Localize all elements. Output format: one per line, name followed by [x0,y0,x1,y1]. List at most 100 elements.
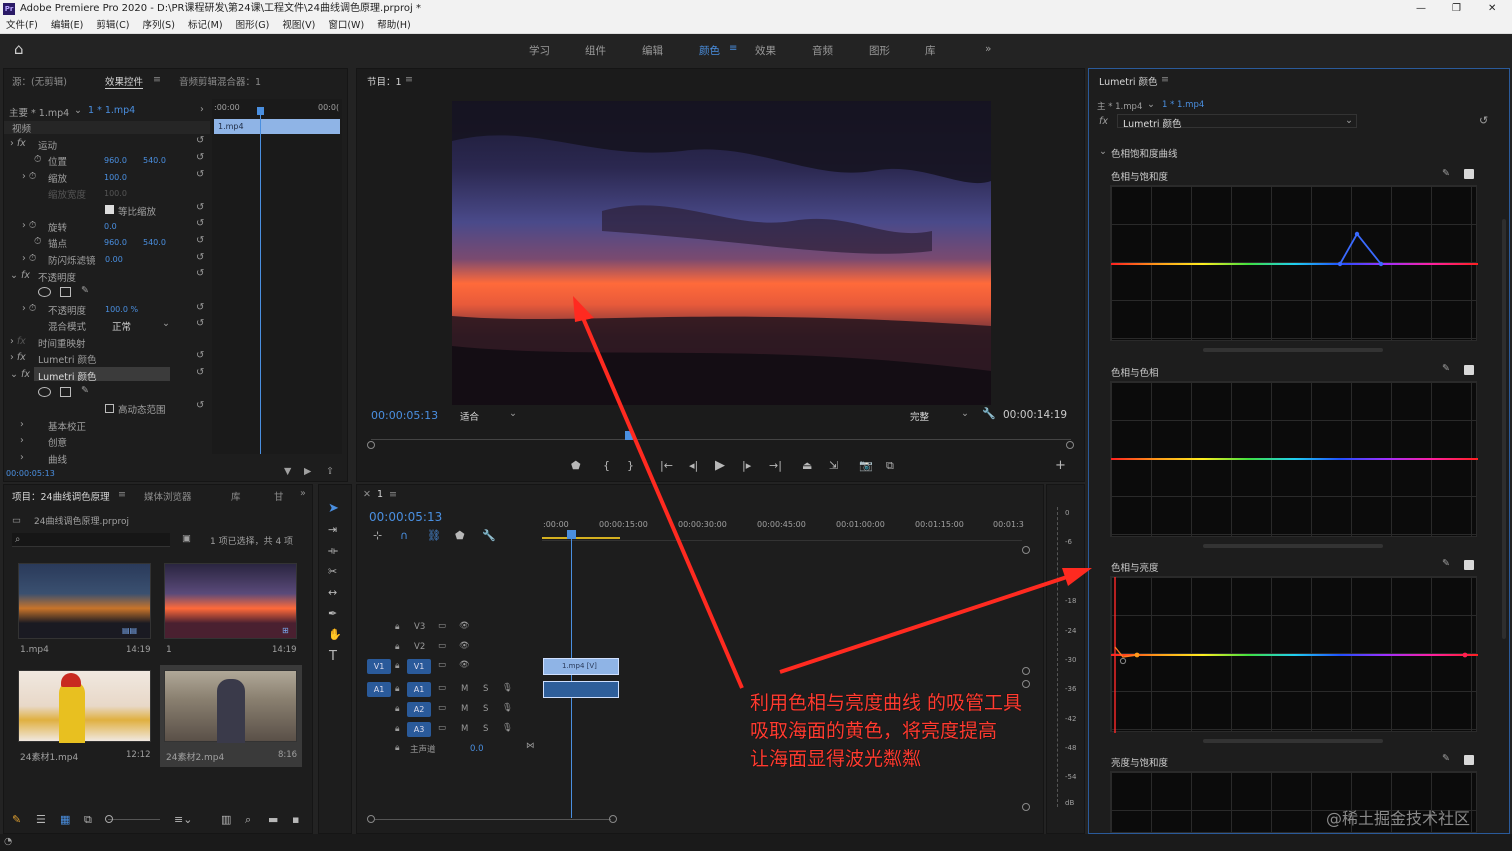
eye-icon[interactable]: 👁︎ [459,621,470,631]
ripple-edit-tool-icon[interactable]: ⟛ [328,544,338,558]
media-item[interactable] [18,670,151,743]
play-audio-icon[interactable]: ▶ [304,466,311,477]
workspace-learning[interactable]: 学习 [529,43,550,58]
lock-icon[interactable]: 🔒︎ [395,661,400,671]
program-scrub-bar[interactable] [371,439,1071,447]
lock-icon[interactable]: 🔒︎ [395,724,400,734]
filter-icon[interactable]: ▼ [284,466,291,477]
eyedropper-icon[interactable]: ✎ [1442,168,1450,179]
tab-media-browser[interactable]: 媒体浏览器 [144,489,192,503]
graph-scrollbar[interactable] [1203,739,1383,743]
fit-select[interactable]: 适合 [460,409,479,423]
mute-button[interactable]: M [461,704,468,714]
program-timecode[interactable]: 00:00:05:13 [371,409,438,422]
workspace-libraries[interactable]: 库 [925,43,936,58]
tab-source[interactable]: 源：(无剪辑) [12,74,67,88]
export-icon[interactable]: ⇪ [326,466,334,477]
step-back-icon[interactable]: ◂| [689,459,698,472]
chevron-right-icon[interactable]: › [200,104,204,115]
menu-clip[interactable]: 剪辑(C) [96,20,129,31]
stopwatch-icon[interactable]: › ⏱ [22,220,36,231]
hue-vs-hue-graph[interactable] [1110,381,1478,537]
graph-scrollbar[interactable] [1203,348,1383,352]
tab-info[interactable]: 甘 [274,489,284,503]
h-scroll-track[interactable] [375,819,611,820]
stopwatch-icon[interactable]: ⏱ [34,236,41,247]
lock-icon[interactable]: 🔒︎ [395,642,400,652]
end-icon[interactable]: ⋈ [526,741,535,751]
rect-mask-icon[interactable] [60,287,71,297]
stopwatch-icon[interactable]: › ⏱ [22,171,36,182]
lumetri-master[interactable]: 主 * 1.mp4 [1097,100,1142,112]
reset-icon[interactable]: ↺ [196,350,204,361]
mic-icon[interactable]: 🎙︎ [502,723,513,733]
menu-help[interactable]: 帮助(H) [377,20,411,31]
pen-mask-icon[interactable]: ✎ [81,285,89,296]
reset-icon[interactable]: ↺ [196,202,204,213]
track-target-a3[interactable]: A3 [407,722,431,737]
add-marker-icon[interactable]: ⬟ [571,459,581,472]
mic-icon[interactable]: 🎙︎ [502,703,513,713]
zoom-slider[interactable] [108,819,160,820]
go-to-out-icon[interactable]: →| [769,459,782,472]
eyedropper-icon[interactable]: ✎ [1442,363,1450,374]
media-item[interactable] [164,670,297,743]
tab-libraries[interactable]: 库 [231,489,241,503]
workspace-audio[interactable]: 音频 [812,43,833,58]
reset-icon[interactable]: ↺ [196,235,204,246]
uniform-scale-checkbox[interactable] [105,205,114,214]
h-scroll-start[interactable] [367,815,375,823]
scale-value[interactable]: 100.0 [104,173,127,182]
pen-tool-icon[interactable]: ✒ [328,607,337,620]
ellipse-mask-icon[interactable] [38,387,51,397]
h-scroll-end[interactable] [609,815,617,823]
nest-icon[interactable]: ⊹ [373,529,382,542]
panel-menu-icon[interactable]: ≡ [118,489,126,500]
reset-icon[interactable]: ↺ [196,318,204,329]
mute-button[interactable]: M [461,724,468,734]
go-to-in-icon[interactable]: |← [660,459,673,472]
sync-icon[interactable]: ▭ [438,621,446,631]
mute-button[interactable]: M [461,684,468,694]
mark-out-icon[interactable]: } [627,459,634,472]
mic-icon[interactable]: 🎙︎ [502,683,513,693]
panel-menu-icon[interactable]: ≡ [389,489,397,500]
list-view-icon[interactable]: ☰ [36,813,46,826]
reset-icon[interactable]: ↺ [196,169,204,180]
reset-icon[interactable]: ↺ [196,367,204,378]
program-playhead[interactable] [625,431,633,440]
reset-icon[interactable]: ↺ [196,152,204,163]
clip-bar[interactable]: 1.mp4 [214,119,340,134]
lumetri-scrollbar[interactable] [1502,219,1506,639]
fx-time-remap[interactable]: › fx [10,336,26,347]
rotation-value[interactable]: 0.0 [104,222,117,231]
eye-icon[interactable]: 👁︎ [459,641,470,651]
timeline-playhead-handle[interactable] [567,530,576,539]
chevron-down-icon[interactable]: ⌄ [961,408,969,419]
source-patch-a1[interactable]: A1 [367,682,391,697]
stopwatch-icon[interactable]: › ⏱ [22,253,36,264]
step-forward-icon[interactable]: |▸ [742,459,751,472]
section-title[interactable]: 色相饱和度曲线 [1111,146,1178,160]
timeline-ruler[interactable]: :00:00 00:00:15:00 00:00:30:00 00:00:45:… [542,515,1024,541]
chevron-down-icon[interactable]: ⌄ [1147,99,1155,110]
new-bin-icon[interactable]: ▣ [182,533,191,544]
menu-window[interactable]: 窗口(W) [328,20,364,31]
workspace-editing[interactable]: 编辑 [642,43,663,58]
source-patch-v1[interactable]: V1 [367,659,391,674]
wrench-icon[interactable]: 🔧 [482,529,496,542]
solo-button[interactable]: S [483,684,488,694]
project-search-input[interactable] [12,533,170,547]
blend-mode-select[interactable]: 正常 [112,319,131,333]
menu-graphics[interactable]: 图形(G) [236,20,270,31]
anchor-x[interactable]: 960.0 [104,238,127,247]
freeform-view-icon[interactable]: ⧉ [84,813,92,827]
chevron-down-icon[interactable]: ⌄ [74,105,82,116]
stopwatch-icon[interactable]: ⏱ [34,154,41,165]
track-target-a2[interactable]: A2 [407,702,431,717]
zoom-slider-handle[interactable] [105,815,113,823]
position-x[interactable]: 960.0 [104,156,127,165]
rect-mask-icon[interactable] [60,387,71,397]
ellipse-mask-icon[interactable] [38,287,51,297]
creative-expander[interactable]: › [20,435,24,446]
